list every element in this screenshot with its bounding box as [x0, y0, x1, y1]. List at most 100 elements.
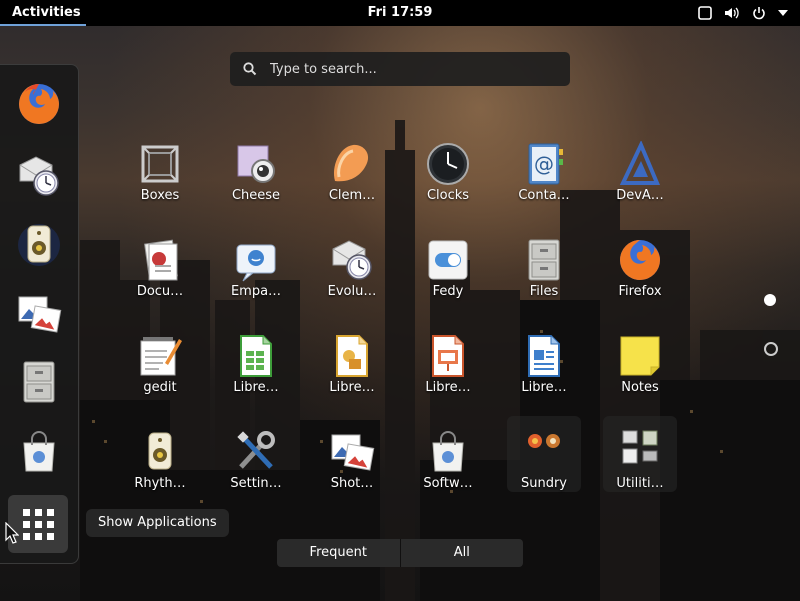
files-icon	[528, 239, 560, 281]
search-icon	[242, 61, 258, 77]
search-entry[interactable]	[230, 52, 570, 86]
app-label: Notes	[621, 380, 659, 395]
screen-icon[interactable]	[698, 6, 712, 20]
activities-button[interactable]: Activities	[0, 0, 93, 26]
app-notes[interactable]: Notes	[600, 332, 680, 428]
app-libreoffice-draw[interactable]: Libre…	[312, 332, 392, 428]
clock[interactable]: Fri 17:59	[0, 0, 800, 26]
app-label: gedit	[143, 380, 177, 395]
app-label: Sundry	[520, 476, 568, 491]
boxes-icon	[141, 145, 179, 183]
shotwell-icon	[18, 296, 62, 333]
empathy-icon	[236, 244, 276, 282]
app-label: Evolu…	[327, 284, 377, 299]
svg-text:@: @	[534, 152, 554, 176]
libreoffice-calc-icon	[240, 335, 272, 377]
tab-frequent[interactable]: Frequent	[277, 539, 400, 567]
app-label: Utiliti…	[616, 476, 664, 491]
clementine-icon	[333, 144, 369, 182]
files-icon	[23, 361, 55, 403]
documents-icon	[144, 239, 178, 281]
dash-item-firefox[interactable]	[14, 79, 64, 129]
chevron-down-icon[interactable]	[778, 9, 788, 17]
app-label: Boxes	[140, 188, 180, 203]
contacts-icon: @	[528, 143, 563, 185]
app-label: Rhyth…	[134, 476, 186, 491]
app-settings[interactable]: Settin…	[216, 428, 296, 524]
libreoffice-writer-icon	[528, 335, 560, 377]
app-clementine[interactable]: Clem…	[312, 140, 392, 236]
app-documents[interactable]: Docu…	[120, 236, 200, 332]
cheese-icon	[237, 145, 275, 183]
app-label: Cheese	[231, 188, 281, 203]
dash-item-evolution[interactable]	[14, 151, 64, 201]
volume-icon[interactable]	[724, 6, 740, 20]
app-clocks[interactable]: Clocks	[408, 140, 488, 236]
app-label: Libre…	[425, 380, 471, 395]
page-indicator-2[interactable]	[764, 342, 778, 356]
app-label: DevA…	[616, 188, 664, 203]
shotwell-icon	[331, 434, 375, 471]
firefox-icon	[620, 240, 660, 280]
dash-item-shotwell[interactable]	[14, 289, 64, 339]
app-shotwell[interactable]: Shot…	[312, 428, 392, 524]
app-label: Clocks	[426, 188, 470, 203]
app-software[interactable]: Softw…	[408, 428, 488, 524]
clocks-icon	[427, 143, 469, 185]
show-applications-tooltip: Show Applications	[86, 509, 229, 537]
page-indicator-1[interactable]	[764, 294, 776, 306]
search-input[interactable]	[268, 60, 562, 78]
app-label: Libre…	[233, 380, 279, 395]
app-firefox[interactable]: Firefox	[600, 236, 680, 332]
rhythmbox-icon	[148, 432, 172, 470]
app-label: Libre…	[521, 380, 567, 395]
gedit-icon	[140, 337, 182, 376]
app-cheese[interactable]: Cheese	[216, 140, 296, 236]
fedy-icon	[428, 240, 468, 280]
app-label: Softw…	[423, 476, 473, 491]
app-label: Empa…	[230, 284, 282, 299]
show-apps-grid-icon	[22, 508, 54, 540]
activities-indicator	[0, 24, 86, 26]
devassistant-icon	[619, 141, 661, 185]
app-devassistant[interactable]: DevA…	[600, 140, 680, 236]
app-boxes[interactable]: Boxes	[120, 140, 200, 236]
rhythmbox-icon	[18, 224, 60, 266]
software-icon	[432, 431, 464, 472]
dash	[0, 64, 79, 564]
app-label: Docu…	[136, 284, 184, 299]
settings-icon	[237, 431, 275, 469]
dash-item-files[interactable]	[14, 357, 64, 407]
dash-item-software[interactable]	[14, 427, 64, 477]
notes-icon	[620, 336, 660, 376]
app-libreoffice-impress[interactable]: Libre…	[408, 332, 488, 428]
app-contacts[interactable]: @ Conta…	[504, 140, 584, 236]
libreoffice-draw-icon	[336, 335, 368, 377]
libreoffice-impress-icon	[432, 335, 464, 377]
view-switcher: Frequent All	[277, 539, 523, 567]
app-label: Clem…	[328, 188, 376, 203]
app-files[interactable]: Files	[504, 236, 584, 332]
system-tray[interactable]	[698, 0, 788, 26]
dash-item-rhythmbox[interactable]	[14, 220, 64, 270]
app-folder-utilities[interactable]: Utiliti…	[600, 416, 680, 524]
app-label: Firefox	[618, 284, 662, 299]
app-label: Fedy	[432, 284, 464, 299]
tab-all[interactable]: All	[399, 539, 523, 567]
app-libreoffice-writer[interactable]: Libre…	[504, 332, 584, 428]
app-empathy[interactable]: Empa…	[216, 236, 296, 332]
app-folder-sundry[interactable]: Sundry	[504, 416, 584, 524]
app-libreoffice-calc[interactable]: Libre…	[216, 332, 296, 428]
mouse-cursor-icon	[5, 522, 19, 544]
utilities-folder-icon	[622, 430, 658, 464]
app-label: Libre…	[329, 380, 375, 395]
app-label: Files	[529, 284, 559, 299]
app-label: Conta…	[518, 188, 570, 203]
app-gedit[interactable]: gedit	[120, 332, 200, 428]
top-bar: Activities Fri 17:59	[0, 0, 800, 26]
app-evolution[interactable]: Evolu…	[312, 236, 392, 332]
power-icon[interactable]	[752, 6, 766, 20]
evolution-icon	[332, 240, 372, 280]
app-fedy[interactable]: Fedy	[408, 236, 488, 332]
sundry-folder-icon	[528, 434, 560, 448]
